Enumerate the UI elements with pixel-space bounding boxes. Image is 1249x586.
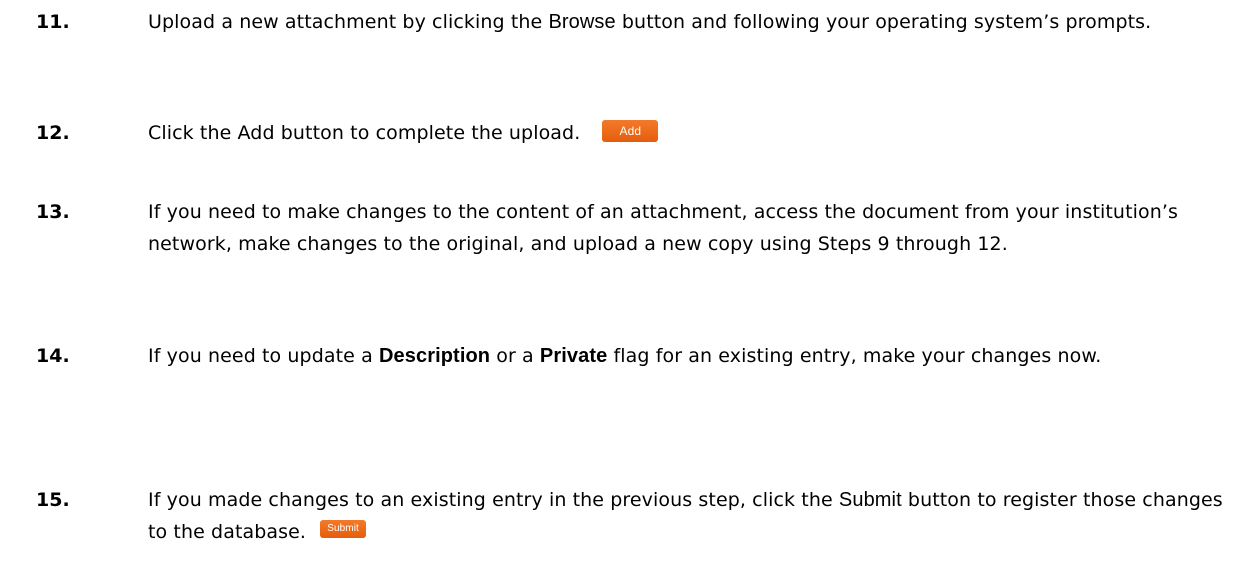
step-text-part: If you need to update a (148, 345, 379, 367)
step-text-part: Click the Add button to complete the upl… (148, 122, 581, 144)
step-number: 13. (36, 201, 70, 223)
step-text: Click the Add button to complete the upl… (148, 117, 1228, 149)
step-number: 11. (36, 11, 70, 33)
step-text-part: button and following your operating syst… (615, 11, 1152, 33)
step-text: Upload a new attachment by clicking the … (148, 6, 1228, 38)
step-number: 12. (36, 122, 70, 144)
step-text-part: If you made changes to an existing entry… (148, 489, 839, 511)
submit-button[interactable]: Submit (320, 519, 367, 538)
step-text-part: flag for an existing entry, make your ch… (607, 345, 1102, 367)
step-text: If you need to make changes to the conte… (148, 201, 1178, 255)
step-number: 14. (36, 345, 70, 367)
step-text: If you need to update a Description or a… (148, 340, 1228, 372)
step-text-part: Upload a new attachment by clicking the (148, 11, 549, 33)
step-text-part: or a (490, 345, 540, 367)
ui-term-submit: Submit (838, 489, 902, 511)
step-number: 15. (36, 489, 70, 511)
term-private: Private (539, 345, 608, 367)
step-text: If you made changes to an existing entry… (148, 484, 1228, 548)
add-button[interactable]: Add (602, 119, 659, 142)
term-description: Description (378, 345, 491, 367)
ui-term-browse: Browse (548, 11, 616, 33)
